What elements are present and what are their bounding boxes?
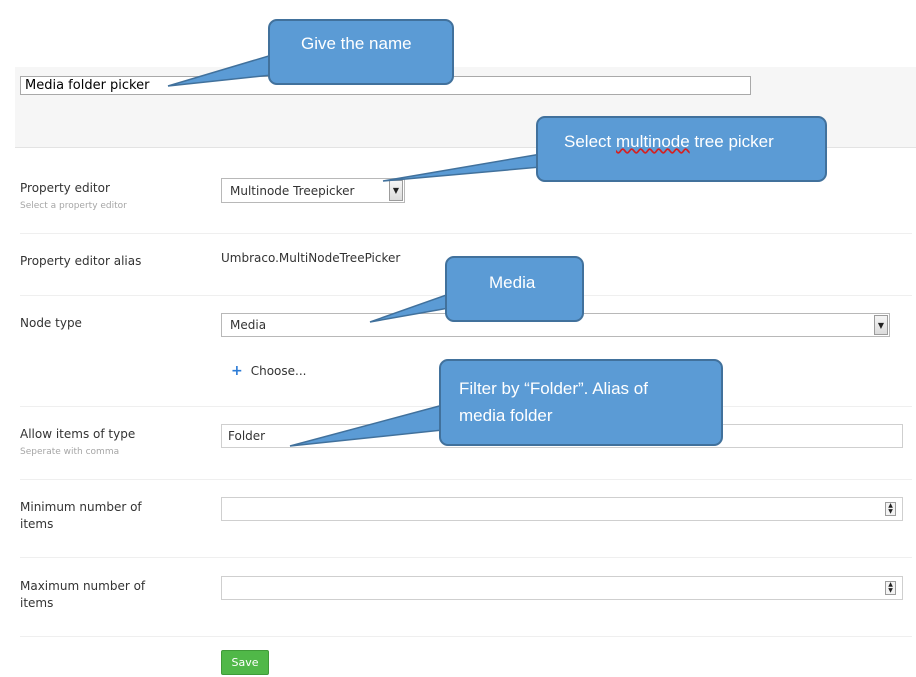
callout-tree-picker-prefix: Select [564,132,616,151]
callout-give-name-text: Give the name [301,34,412,53]
callout-tree-picker-suffix: tree picker [689,132,774,151]
callout-filter-line2: media folder [459,406,553,425]
callout-pointer-tree-picker [382,153,542,182]
callout-tree-picker-word: multinode [615,132,690,151]
callout-filter: Filter by “Folder”. Alias of media folde… [439,359,723,446]
callout-media: Media [445,256,584,322]
callout-pointer-filter [289,404,444,447]
callout-tree-picker: Select multinode tree picker [536,116,827,182]
callout-pointer-media [369,292,450,323]
callout-give-name: Give the name [268,19,454,85]
callout-filter-line1: Filter by “Folder”. Alias of [459,379,648,398]
callout-pointers [167,53,542,447]
callout-pointer-name [167,53,273,87]
callout-media-text: Media [489,273,536,292]
